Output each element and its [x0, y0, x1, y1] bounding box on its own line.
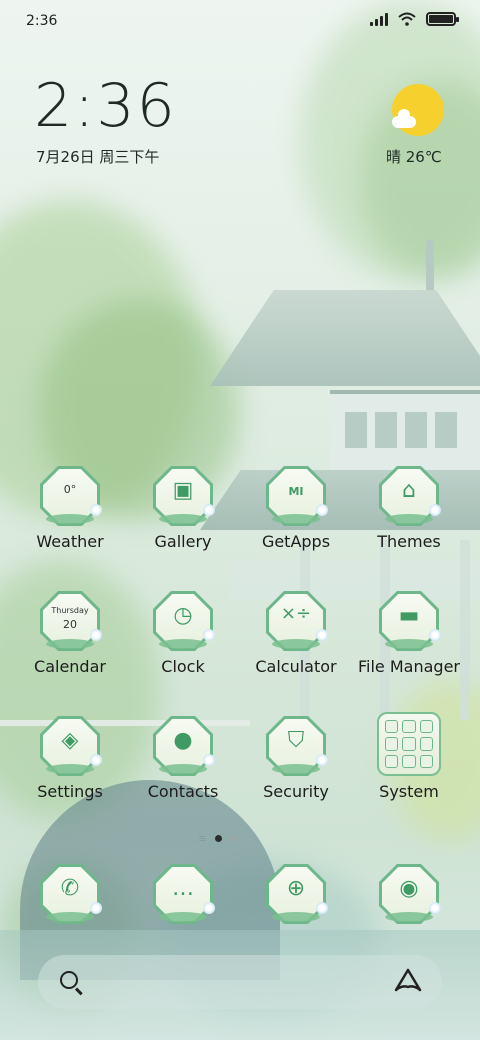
getapps-icon: MI [266, 466, 328, 526]
dock-phone[interactable]: ✆ [40, 864, 102, 924]
dock-camera[interactable]: ◉ [379, 864, 441, 924]
page-list-icon: ≡ [198, 832, 208, 845]
app-settings[interactable]: ◈ Settings [15, 716, 125, 801]
cloud-icon [392, 109, 416, 128]
search-icon[interactable] [60, 971, 78, 989]
messages-icon: … [153, 864, 215, 924]
battery-icon [426, 12, 459, 26]
app-label: Clock [161, 657, 205, 676]
camera-icon: ◉ [379, 864, 441, 924]
app-label: Calculator [255, 657, 337, 676]
clock-widget-date[interactable]: 7月26日 周三下午 [36, 146, 159, 167]
status-time: 2:36 [26, 13, 58, 29]
dock-browser[interactable]: ⊕ [266, 864, 328, 924]
shield-icon: ⛉ [266, 716, 328, 776]
contacts-icon: ● [153, 716, 215, 776]
dock-messages[interactable]: … [153, 864, 215, 924]
clock-widget-time[interactable]: 2:36 [34, 76, 177, 136]
folder-icon: ▬ [379, 591, 441, 651]
app-security[interactable]: ⛉ Security [241, 716, 351, 801]
browser-icon: ⊕ [266, 864, 328, 924]
phone-icon: ✆ [40, 864, 102, 924]
app-calculator[interactable]: ×÷ Calculator [241, 591, 351, 676]
themes-icon: ⌂ [379, 466, 441, 526]
calendar-icon: Thursday 20 [40, 591, 102, 651]
app-label: Security [263, 782, 329, 801]
app-label: Contacts [147, 782, 219, 801]
folder-grid-icon [377, 712, 441, 776]
app-label: GetApps [261, 532, 331, 551]
assistant-icon[interactable] [394, 968, 422, 994]
app-label: File Manager [358, 657, 460, 676]
app-contacts[interactable]: ● Contacts [128, 716, 238, 801]
page-dot [230, 835, 238, 842]
app-label: Themes [377, 532, 441, 551]
weather-widget-text[interactable]: 晴 26℃ [386, 146, 442, 167]
status-bar: 2:36 [0, 0, 480, 44]
search-bar[interactable] [38, 955, 442, 1009]
weather-icon: 0° [40, 466, 102, 526]
app-file-manager[interactable]: ▬ File Manager [354, 591, 464, 676]
app-label: System [379, 782, 439, 801]
app-label: Weather [36, 532, 104, 551]
signal-icon [370, 12, 388, 26]
gallery-icon: ▣ [153, 466, 215, 526]
app-label: Settings [37, 782, 103, 801]
app-weather[interactable]: 0° Weather [15, 466, 125, 551]
calculator-icon: ×÷ [266, 591, 328, 651]
wifi-icon [398, 12, 416, 26]
app-getapps[interactable]: MI GetApps [241, 466, 351, 551]
settings-icon: ◈ [40, 716, 102, 776]
page-indicator[interactable]: ≡ [198, 832, 238, 845]
page-dot-active [215, 835, 223, 842]
app-gallery[interactable]: ▣ Gallery [128, 466, 238, 551]
app-themes[interactable]: ⌂ Themes [354, 466, 464, 551]
app-calendar[interactable]: Thursday 20 Calendar [15, 591, 125, 676]
clock-icon: ◷ [153, 591, 215, 651]
app-label: Gallery [154, 532, 212, 551]
app-clock[interactable]: ◷ Clock [128, 591, 238, 676]
app-system-folder[interactable]: System [354, 712, 464, 801]
app-label: Calendar [34, 657, 106, 676]
